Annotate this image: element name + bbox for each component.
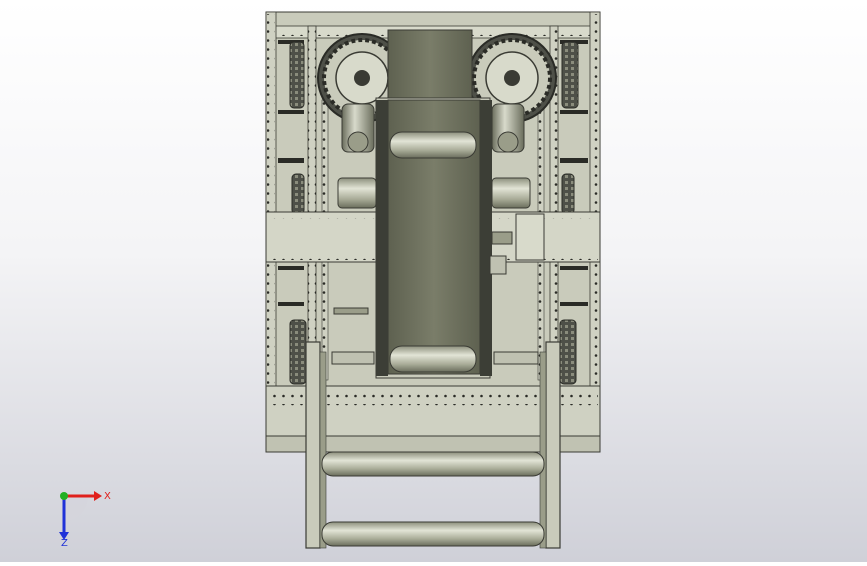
- z-axis-label: Z: [61, 538, 68, 547]
- axis-triad: X Z: [48, 482, 118, 549]
- y-axis-point: [60, 492, 68, 500]
- lower-rollers: [321, 451, 545, 547]
- x-axis-label: X: [104, 491, 111, 502]
- conveyor-assembly-model[interactable]: [0, 0, 867, 562]
- cad-viewport[interactable]: X Z: [0, 0, 867, 562]
